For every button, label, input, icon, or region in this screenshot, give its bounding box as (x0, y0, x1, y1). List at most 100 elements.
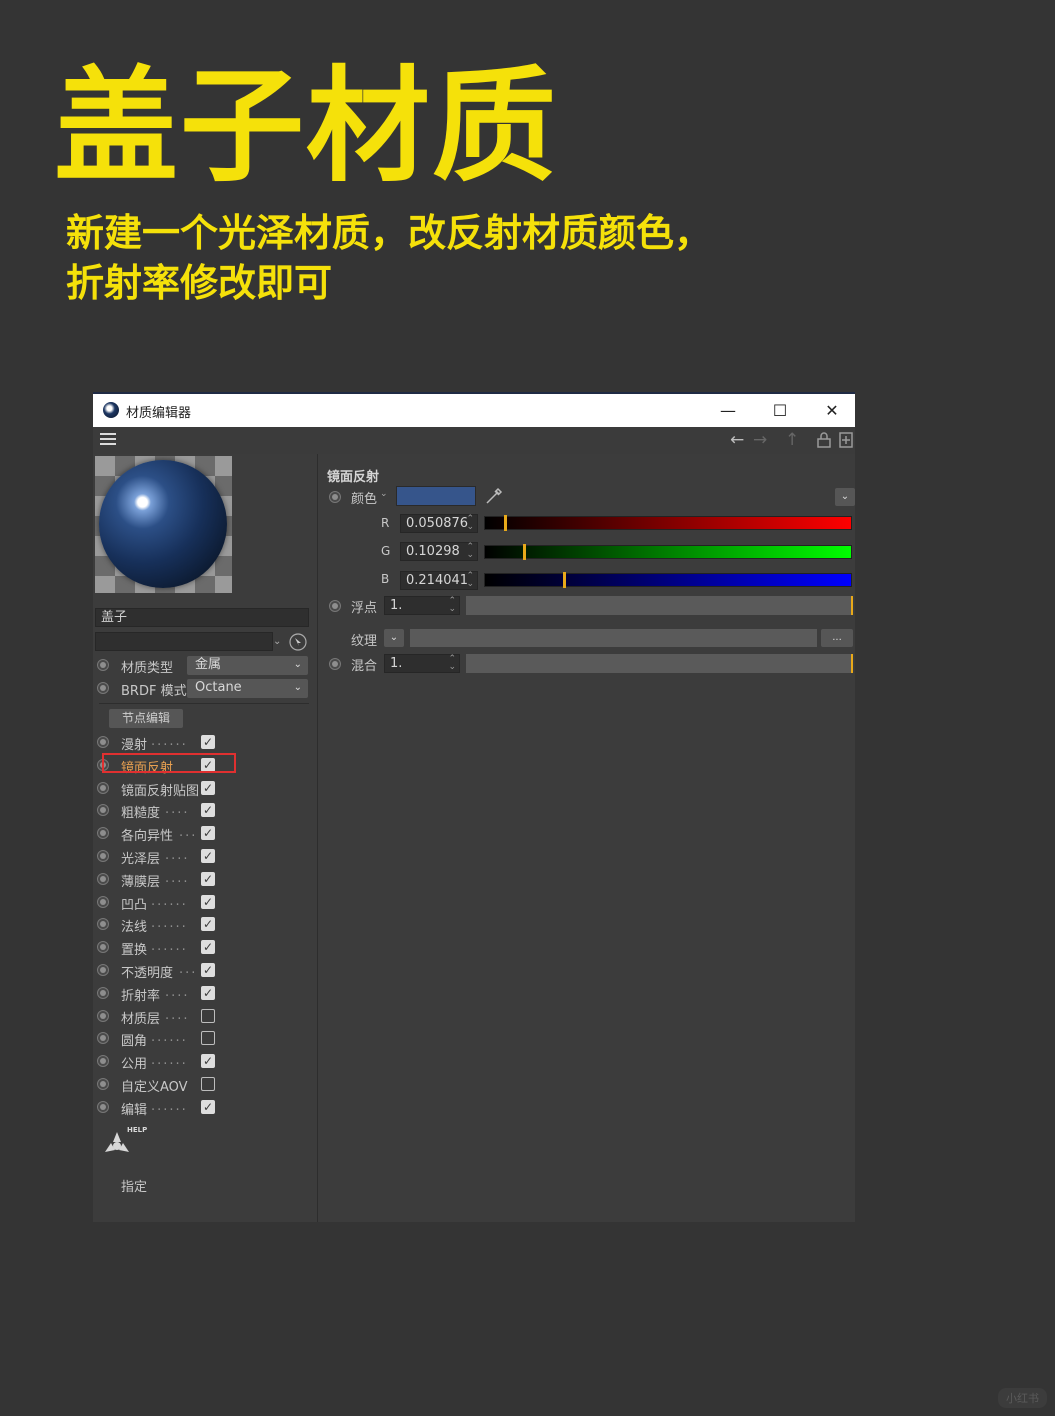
channel-radio[interactable] (97, 895, 109, 908)
mix-slider[interactable] (466, 654, 853, 673)
channel-checkbox[interactable]: ✓ (201, 735, 215, 749)
minimize-button[interactable]: — (705, 398, 751, 424)
channel-radio[interactable] (97, 941, 109, 954)
channel-row[interactable]: 薄膜层.... ✓ (93, 869, 317, 890)
channel-checkbox[interactable]: ✓ (201, 849, 215, 863)
channel-radio[interactable] (97, 1078, 109, 1090)
channel-checkbox[interactable]: ✓ (201, 917, 215, 932)
hamburger-menu-icon[interactable] (100, 433, 116, 447)
channel-row[interactable]: 各向异性... ✓ (93, 823, 317, 844)
texture-more-button[interactable]: ... (821, 629, 853, 647)
channel-checkbox[interactable]: ✓ (201, 940, 215, 955)
channel-radio[interactable] (97, 1032, 109, 1045)
texture-type-dropdown[interactable]: ⌄ (384, 629, 404, 647)
lock-icon[interactable] (817, 432, 831, 448)
channel-row[interactable]: 漫射...... ✓ (93, 732, 317, 753)
node-edit-button[interactable]: 节点编辑 (109, 709, 183, 728)
channel-checkbox[interactable]: ✓ (201, 803, 215, 818)
spinner-icon[interactable]: ⌃ ⌄ (466, 515, 474, 532)
channel-row[interactable]: 材质层.... (93, 1006, 317, 1027)
octane-help-icon[interactable]: HELP (99, 1122, 149, 1166)
channel-row[interactable]: 编辑...... ✓ (93, 1097, 317, 1118)
material-type-select[interactable]: 金属 ⌄ (187, 656, 308, 675)
up-arrow-icon[interactable]: ↑ (785, 430, 799, 450)
channel-row[interactable]: 不透明度... ✓ (93, 960, 317, 981)
channel-checkbox[interactable]: ✓ (201, 1099, 215, 1114)
r-slider[interactable] (484, 515, 852, 531)
float-slider[interactable] (466, 596, 853, 615)
r-value-field[interactable]: 0.050876 ⌃ ⌄ (400, 514, 478, 533)
spinner-icon[interactable]: ⌃ ⌄ (448, 655, 456, 672)
channel-checkbox[interactable] (201, 1008, 215, 1023)
channel-checkbox[interactable]: ✓ (201, 985, 215, 1000)
maximize-button[interactable]: ☐ (757, 398, 803, 424)
brdf-select[interactable]: Octane ⌄ (187, 679, 308, 698)
g-slider-marker[interactable] (523, 544, 526, 560)
forward-arrow-icon[interactable]: → (753, 430, 767, 450)
b-slider[interactable] (484, 572, 852, 588)
new-panel-icon[interactable] (839, 432, 853, 448)
channel-radio[interactable] (97, 1100, 109, 1113)
color-mode-dropdown[interactable]: ⌄ (835, 488, 855, 506)
g-slider[interactable] (484, 544, 852, 560)
back-arrow-icon[interactable]: ← (730, 430, 744, 450)
channel-radio[interactable] (97, 804, 109, 817)
channel-radio[interactable] (97, 1055, 109, 1068)
channel-row[interactable]: 粗糙度.... ✓ (93, 800, 317, 821)
color-radio[interactable] (329, 491, 341, 503)
channel-checkbox[interactable]: ✓ (201, 963, 215, 977)
channel-row[interactable]: 折射率.... ✓ (93, 983, 317, 1004)
r-slider-marker[interactable] (504, 515, 507, 531)
spinner-icon[interactable]: ⌃ ⌄ (448, 597, 456, 614)
material-preview[interactable] (95, 456, 232, 593)
preset-field[interactable] (95, 632, 273, 651)
channel-radio[interactable] (97, 872, 109, 885)
channel-row[interactable]: 公用...... ✓ (93, 1051, 317, 1072)
channel-radio[interactable] (97, 1009, 109, 1022)
channel-row[interactable]: 置换...... ✓ (93, 937, 317, 958)
channel-row[interactable]: 法线...... ✓ (93, 914, 317, 935)
g-value-field[interactable]: 0.10298 ⌃ ⌄ (400, 542, 478, 561)
g-label: G (381, 544, 391, 558)
channel-checkbox[interactable] (201, 1077, 215, 1091)
channel-radio[interactable] (97, 850, 109, 862)
b-slider-marker[interactable] (563, 572, 566, 588)
channel-checkbox[interactable]: ✓ (201, 1054, 215, 1069)
channel-checkbox[interactable]: ✓ (201, 826, 215, 841)
preset-dropdown-icon[interactable]: ⌄ (273, 632, 285, 651)
section-title: 镜面反射 (327, 470, 380, 485)
color-chevron-icon[interactable]: ⌄ (380, 489, 388, 499)
channel-radio[interactable] (97, 781, 109, 794)
channel-row[interactable]: 光泽层.... ✓ (93, 846, 317, 867)
channel-row[interactable]: 自定义AOV (93, 1074, 317, 1095)
channel-dots: .... (165, 1007, 190, 1023)
close-button[interactable]: ✕ (809, 398, 855, 424)
channel-row[interactable]: 圆角...... (93, 1028, 317, 1049)
b-value-field[interactable]: 0.214041 ⌃ ⌄ (400, 571, 478, 590)
texture-field[interactable] (410, 629, 817, 647)
color-swatch[interactable] (396, 486, 476, 506)
eyedropper-icon[interactable] (484, 486, 504, 506)
channel-checkbox[interactable]: ✓ (201, 871, 215, 886)
window-titlebar[interactable]: 材质编辑器 — ☐ ✕ (93, 392, 855, 427)
channel-row[interactable]: 凹凸...... ✓ (93, 892, 317, 913)
channel-radio[interactable] (97, 986, 109, 999)
float-value-field[interactable]: 1. ⌃ ⌄ (384, 596, 460, 615)
material-name-field[interactable]: 盖子 (95, 608, 309, 627)
channel-checkbox[interactable] (201, 1031, 215, 1046)
spinner-icon[interactable]: ⌃ ⌄ (466, 572, 474, 589)
spinner-icon[interactable]: ⌃ ⌄ (466, 543, 474, 560)
channel-radio[interactable] (97, 827, 109, 840)
channel-checkbox[interactable]: ✓ (201, 894, 215, 909)
mix-value-field[interactable]: 1. ⌃ ⌄ (384, 654, 460, 673)
channel-radio[interactable] (97, 918, 109, 931)
channel-radio[interactable] (97, 964, 109, 976)
material-type-radio[interactable] (97, 659, 109, 671)
channel-row[interactable]: 镜面反射贴图 ✓ (93, 778, 317, 799)
float-radio[interactable] (329, 600, 341, 612)
channel-radio[interactable] (97, 736, 109, 748)
brdf-radio[interactable] (97, 682, 109, 694)
channel-checkbox[interactable]: ✓ (201, 780, 215, 795)
pick-cursor-icon[interactable] (289, 633, 307, 651)
mix-radio[interactable] (329, 658, 341, 670)
